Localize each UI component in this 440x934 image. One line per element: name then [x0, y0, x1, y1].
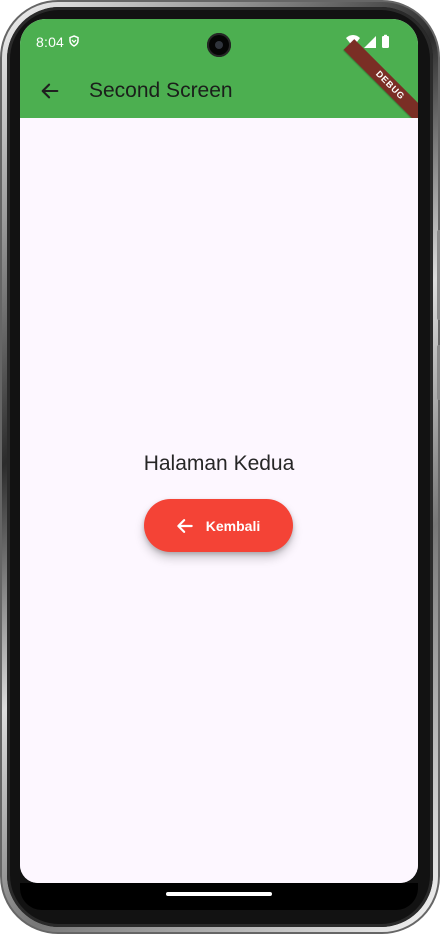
home-indicator[interactable] [166, 892, 272, 896]
page-heading: Halaman Kedua [143, 452, 295, 475]
back-action-button[interactable]: Kembali [144, 499, 293, 552]
system-navigation-area [20, 883, 418, 910]
app-bar: Second Screen DEBUG [20, 39, 418, 132]
main-content: Halaman Kedua Kembali [20, 118, 418, 883]
phone-device: 8:04 Second Screen DEBUG Halaman Kedua K… [0, 0, 440, 934]
shield-icon [69, 35, 79, 47]
app-screen: 8:04 Second Screen DEBUG Halaman Kedua K… [20, 19, 418, 883]
camera-hole [207, 33, 231, 57]
signal-icon [364, 36, 376, 48]
battery-icon [384, 34, 387, 37]
back-action-label: Kembali [205, 517, 261, 534]
battery-icon [382, 36, 389, 48]
app-title: Second Screen [89, 79, 233, 102]
status-time: 8:04 [36, 34, 65, 50]
arrow-back-icon [175, 516, 195, 536]
arrow-back-icon [41, 83, 59, 99]
app-bar-back-button[interactable] [28, 69, 72, 113]
